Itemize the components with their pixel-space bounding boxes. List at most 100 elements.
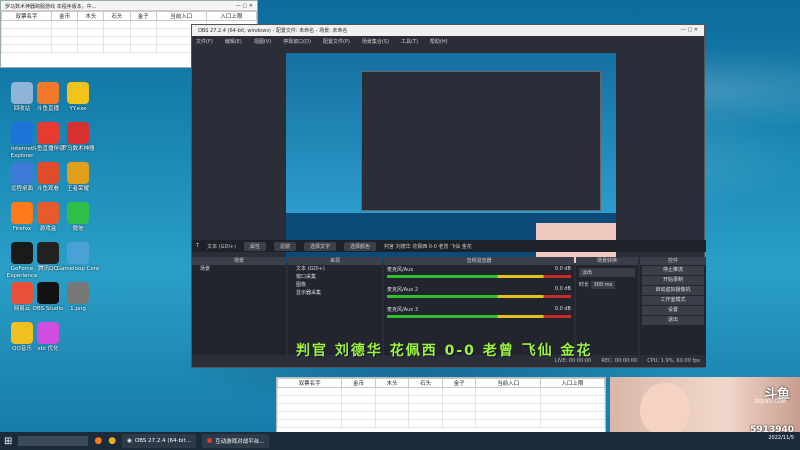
desktop-icon[interactable]: 王者荣耀 xyxy=(56,162,100,193)
taskbar-obs[interactable]: ◉ OBS 27.2.4 (64-bit... xyxy=(122,434,196,448)
menu-docks[interactable]: 停靠窗口(D) xyxy=(283,38,311,45)
app-icon xyxy=(67,82,89,104)
obs-window-title: OBS 27.2.4 (64-bit, windows) - 配置文件: 未命名… xyxy=(198,28,348,34)
scene-item[interactable]: 场景 xyxy=(192,265,286,273)
col-header[interactable]: 当前入口 xyxy=(155,11,207,21)
taskbar-search[interactable] xyxy=(18,436,89,446)
taskbar-game[interactable]: ■ 互动游戏对战平台... xyxy=(201,434,270,448)
desktop-icon[interactable]: 1.png xyxy=(56,282,100,313)
taskbar-clock[interactable]: 2022/11/5 xyxy=(768,435,794,441)
volume-meter xyxy=(387,315,571,318)
col-header[interactable]: 当前入口 xyxy=(475,378,541,388)
desktop-icon[interactable]: YY.exe xyxy=(56,82,100,113)
game-icon: ■ xyxy=(206,438,213,444)
firefox-icon[interactable]: ● xyxy=(94,436,102,446)
duration-label: 时长 xyxy=(579,282,590,288)
menu-view[interactable]: 视图(V) xyxy=(254,38,271,45)
mixer-channel[interactable]: 麦克风/Aux 2 0.0 dB xyxy=(384,285,574,305)
app-icon xyxy=(67,282,89,304)
preview-nested-obs xyxy=(361,71,601,211)
filters-button[interactable]: 滤镜 xyxy=(273,241,296,251)
col-header[interactable]: 木头 xyxy=(374,378,410,388)
clock-date: 2022/11/5 xyxy=(768,435,794,441)
virtual-camera-button[interactable]: 启动虚拟摄像机 xyxy=(642,286,704,295)
desktop-icon[interactable]: xbl 优化 xyxy=(26,322,70,353)
select-text-button[interactable]: 选择文字 xyxy=(303,241,336,251)
exit-button[interactable]: 退出 xyxy=(642,316,704,325)
obs-window[interactable]: OBS 27.2.4 (64-bit, windows) - 配置文件: 未命名… xyxy=(191,24,706,368)
col-header[interactable]: 双票名字 xyxy=(0,11,53,21)
taskbar-game-label: 互动游戏对战平台... xyxy=(215,439,265,445)
duration-input[interactable]: 300 ms xyxy=(590,281,616,289)
studio-mode-button[interactable]: 工作室模式 xyxy=(642,296,704,305)
bottom-spreadsheet[interactable]: 双票名字 金币 木头 石头 金子 当前入口 入口上限 xyxy=(276,377,606,434)
col-header[interactable]: 金币 xyxy=(341,378,376,388)
window-controls-icon[interactable]: — ▢ ✕ xyxy=(681,27,698,34)
menu-scene-collection[interactable]: 场景集合(S) xyxy=(362,38,389,45)
col-header[interactable]: 石头 xyxy=(408,378,443,388)
mixer-channel[interactable]: 麦克风/Aux 0.0 dB xyxy=(384,265,574,285)
col-header[interactable]: 金子 xyxy=(129,11,157,21)
scenes-dock[interactable]: 场景 xyxy=(192,265,286,355)
col-header[interactable]: 石头 xyxy=(103,11,131,21)
menu-profile[interactable]: 配置文件(P) xyxy=(323,38,350,45)
menu-help[interactable]: 帮助(H) xyxy=(430,38,448,45)
col-header[interactable]: 入口上限 xyxy=(539,378,606,388)
settings-button[interactable]: 设置 xyxy=(642,306,704,315)
text-source-content[interactable]: 判官 刘德华 花佩西 0-0 老曾 飞仙 金花 xyxy=(384,243,472,250)
col-header[interactable]: 双票名字 xyxy=(276,378,343,388)
text-source-icon: T xyxy=(196,243,200,249)
obs-menubar: 文件(F) 编辑(E) 视图(V) 停靠窗口(D) 配置文件(P) 场景集合(S… xyxy=(192,36,704,46)
desktop-icon[interactable]: Gameloop Core xyxy=(56,242,100,273)
obs-icon: ◉ xyxy=(127,438,132,444)
source-toolbar: T 文本 (GDI+) 属性 滤镜 选择文字 选择颜色 判官 刘德华 花佩西 0… xyxy=(192,240,706,252)
mini-window-titlebar[interactable]: 罗马数术神器跨服游戏 本程序版本，中... — ▢ ✕ xyxy=(1,1,257,11)
properties-button[interactable]: 属性 xyxy=(243,241,266,251)
menu-edit[interactable]: 编辑(E) xyxy=(225,38,242,45)
stop-streaming-button[interactable]: 停止推流 xyxy=(642,266,704,275)
window-controls-icon[interactable]: — ▢ ✕ xyxy=(236,3,253,9)
rec-timer: REC: 00:00:00 xyxy=(601,358,638,364)
obs-preview-canvas[interactable] xyxy=(286,53,616,263)
chrome-icon[interactable]: ● xyxy=(108,436,116,446)
sheet-grid[interactable]: 双票名字 金币 木头 石头 金子 当前入口 入口上限 xyxy=(276,378,606,428)
source-item[interactable]: 图像 xyxy=(288,281,382,289)
col-header[interactable]: 金子 xyxy=(441,378,477,388)
obs-titlebar[interactable]: OBS 27.2.4 (64-bit, windows) - 配置文件: 未命名… xyxy=(192,25,704,36)
desktop-icon-label: 微信 xyxy=(72,226,84,232)
transitions-header: 场景转换 xyxy=(576,257,638,265)
controls-dock[interactable]: 停止推流 开始录制 启动虚拟摄像机 工作室模式 设置 退出 xyxy=(640,265,706,355)
volume-meter xyxy=(387,295,571,298)
source-item[interactable]: 显示器采集 xyxy=(288,289,382,297)
cpu-fps: CPU: 1.9%, 60.00 fps xyxy=(647,358,700,364)
col-header[interactable]: 入口上限 xyxy=(205,11,258,21)
source-item[interactable]: 文本 (GDI+) xyxy=(288,265,382,273)
menu-tools[interactable]: 工具(T) xyxy=(401,38,418,45)
source-item[interactable]: 窗口采集 xyxy=(288,273,382,281)
webcam-face xyxy=(640,383,690,437)
desktop-icon-label: 王者荣耀 xyxy=(66,186,89,192)
start-recording-button[interactable]: 开始录制 xyxy=(642,276,704,285)
col-header[interactable]: 木头 xyxy=(77,11,105,21)
windows-start-icon[interactable]: ⊞ xyxy=(4,436,12,447)
app-icon xyxy=(67,242,89,264)
app-icon xyxy=(67,122,89,144)
col-header[interactable]: 金币 xyxy=(51,11,79,21)
app-icon xyxy=(37,322,59,344)
desktop-icon-label: 罗马数术神器 xyxy=(61,146,95,152)
channel-name: 麦克风/Aux 3 xyxy=(387,307,419,313)
scenes-header: 场景 xyxy=(192,257,286,265)
select-color-button[interactable]: 选择颜色 xyxy=(344,241,377,251)
channel-name: 麦克风/Aux 2 xyxy=(387,287,419,293)
transition-select[interactable]: 淡出 xyxy=(579,268,635,277)
sources-header: 来源 xyxy=(288,257,382,265)
overlay-caption: 判官 刘德华 花佩西 0-0 老曾 飞仙 金花 xyxy=(296,343,593,359)
desktop-icon[interactable]: 微信 xyxy=(56,202,100,233)
source-name: 文本 (GDI+) xyxy=(207,243,236,250)
desktop-icon[interactable]: 罗马数术神器 xyxy=(56,122,100,153)
menu-file[interactable]: 文件(F) xyxy=(196,38,213,45)
app-icon xyxy=(67,202,89,224)
channel-db: 0.0 dB xyxy=(554,286,571,292)
mixer-channel[interactable]: 麦克风/Aux 3 0.0 dB xyxy=(384,305,574,325)
mixer-header: 音频混音器 xyxy=(384,257,574,265)
